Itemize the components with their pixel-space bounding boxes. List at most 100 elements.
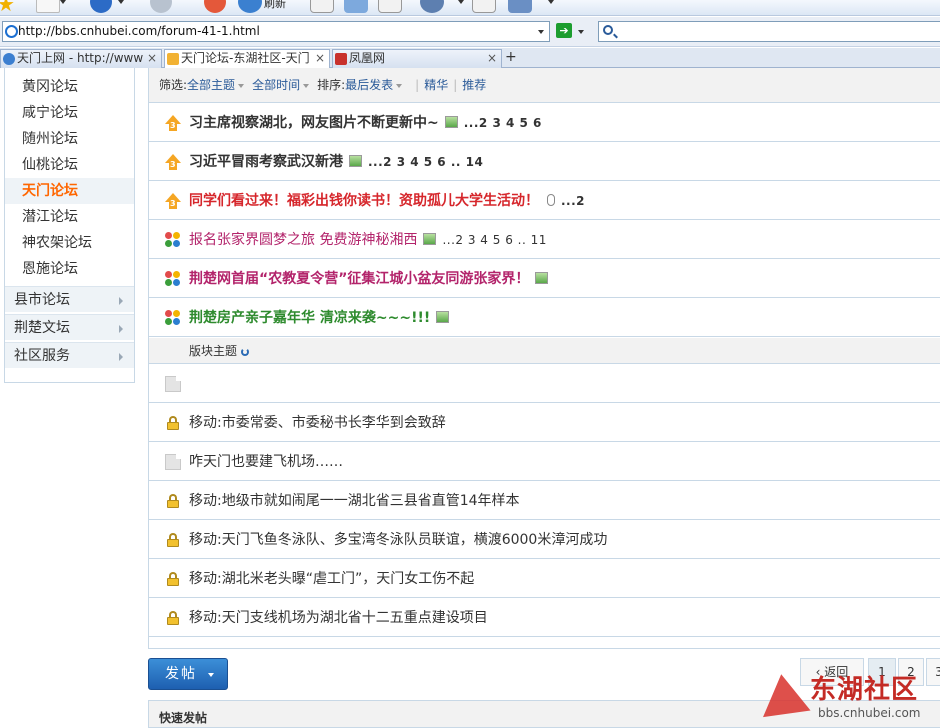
- thread-title[interactable]: 移动:天门飞鱼冬泳队、多宝湾冬泳队员联谊，横渡6000米漳河成功: [189, 532, 607, 548]
- logo-url: bbs.cnhubei.com: [818, 706, 921, 720]
- thread-row[interactable]: 咋天门也要建飞机场……: [149, 443, 940, 481]
- thread-row[interactable]: 移动:天门飞鱼冬泳队、多宝湾冬泳队员联谊，横渡6000米漳河成功: [149, 521, 940, 559]
- image-icon[interactable]: [378, 0, 402, 13]
- thread-title[interactable]: 移动:市委常委、市委秘书长李华到会致辞: [189, 415, 446, 431]
- chevron-down-icon[interactable]: [458, 0, 464, 4]
- search-input[interactable]: [598, 21, 940, 42]
- pin-top-icon: 3: [165, 193, 182, 210]
- close-icon[interactable]: ×: [487, 50, 497, 67]
- chevron-down-icon[interactable]: [303, 83, 310, 88]
- tab-tianmen-web[interactable]: 天门上网 - http://www ×: [0, 49, 162, 68]
- sidebar-group-county[interactable]: 县市论坛: [5, 286, 134, 312]
- stop-icon[interactable]: [204, 0, 226, 13]
- thread-row[interactable]: 报名张家界圆梦之旅 免费游神秘湘西 ...2 3 4 5 6 .. 11: [149, 221, 940, 259]
- filter-all-time[interactable]: 全部时间: [252, 78, 300, 92]
- tab-label: 天门论坛-东湖社区-天门: [181, 51, 310, 65]
- sidebar-item-huanggang[interactable]: 黄冈论坛: [5, 74, 134, 100]
- image-icon: [436, 311, 450, 323]
- thread-row[interactable]: 移动:地级市就如闹尾一一湖北省三县省直管14年样本: [149, 482, 940, 520]
- recommend-flower-icon: [165, 271, 181, 287]
- close-icon[interactable]: ×: [315, 50, 325, 67]
- forum-icon: [167, 53, 179, 65]
- favorites-star-icon[interactable]: ★: [0, 0, 16, 14]
- thread-row[interactable]: 移动:天门支线机场为湖北省十二五重点建设项目: [149, 599, 940, 637]
- tab-tianmen-forum[interactable]: 天门论坛-东湖社区-天门 ×: [164, 49, 330, 69]
- tab-bar: 天门上网 - http://www × 天门论坛-东湖社区-天门 × 凤凰网 ×…: [0, 48, 940, 69]
- thread-title[interactable]: 移动:湖北米老头曝“虐工门”，天门女工伤不起: [189, 571, 474, 587]
- sidebar-item-shennongjia[interactable]: 神农架论坛: [5, 230, 134, 256]
- close-icon[interactable]: ×: [147, 50, 157, 67]
- sidebar-group-literature[interactable]: 荆楚文坛: [5, 314, 134, 340]
- address-dropdown-icon[interactable]: [538, 30, 544, 34]
- thread-title[interactable]: 荆楚网首届“农教夏令营”征集江城小盆友同游张家界！: [189, 271, 529, 287]
- chevron-right-icon: [119, 297, 123, 305]
- lock-icon: [167, 416, 179, 430]
- home-icon[interactable]: [310, 0, 334, 13]
- chevron-down-icon[interactable]: [60, 0, 66, 4]
- thread-pages[interactable]: ...2 3 4 5 6 .. 11: [442, 233, 546, 247]
- back-icon[interactable]: [90, 0, 112, 13]
- windows-icon[interactable]: [344, 0, 368, 13]
- new-post-button[interactable]: 发帖: [148, 658, 228, 690]
- pin-top-icon: 3: [165, 115, 182, 132]
- form-icon[interactable]: [472, 0, 496, 13]
- tab-ifeng[interactable]: 凤凰网 ×: [332, 49, 502, 68]
- filter-digest[interactable]: 精华: [424, 78, 448, 92]
- sidebar-item-enshi[interactable]: 恩施论坛: [5, 256, 134, 282]
- thread-row[interactable]: 移动:市委常委、市委秘书长李华到会致辞: [149, 404, 940, 442]
- undo-icon[interactable]: [420, 0, 444, 13]
- thread-pages[interactable]: ...2 3 4 5 6: [464, 116, 542, 130]
- attachment-icon: [547, 194, 555, 206]
- new-tab-button[interactable]: +: [505, 49, 517, 66]
- sort-label: 排序:: [317, 78, 346, 92]
- sidebar-item-qianjiang[interactable]: 潜江论坛: [5, 204, 134, 230]
- thread-row[interactable]: 3 习近平冒雨考察武汉新港 ...2 3 4 5 6 .. 14: [149, 143, 940, 181]
- thread-title[interactable]: 移动:天门支线机场为湖北省十二五重点建设项目: [189, 610, 488, 626]
- thread-title[interactable]: 荆楚房产亲子嘉年华 清凉来袭~~~!!!: [189, 310, 430, 326]
- thread-pages[interactable]: ...2 3 4 5 6 .. 14: [368, 155, 483, 169]
- thread-title[interactable]: 习主席视察湖北，网友图片不断更新中~: [189, 115, 439, 131]
- document-icon: [165, 376, 181, 392]
- refresh-label[interactable]: 刷新: [264, 0, 286, 11]
- refresh-icon[interactable]: [241, 348, 250, 356]
- filter-recommend[interactable]: 推荐: [462, 78, 486, 92]
- thread-row[interactable]: 移动:湖北米老头曝“虐工门”，天门女工伤不起: [149, 560, 940, 598]
- thread-title[interactable]: 咋天门也要建飞机场……: [189, 454, 343, 470]
- thread-row[interactable]: 荆楚房产亲子嘉年华 清凉来袭~~~!!!: [149, 299, 940, 337]
- section-header: 版块主题: [149, 338, 940, 364]
- search-icon: [603, 25, 613, 35]
- sidebar-item-xianning[interactable]: 咸宁论坛: [5, 100, 134, 126]
- thread-title[interactable]: 移动:地级市就如闹尾一一湖北省三县省直管14年样本: [189, 493, 520, 509]
- filter-all-topics[interactable]: 全部主题: [187, 78, 235, 92]
- address-text[interactable]: http://bbs.cnhubei.com/forum-41-1.html: [18, 24, 260, 38]
- new-page-icon[interactable]: [36, 0, 60, 13]
- thread-row[interactable]: [149, 365, 940, 403]
- sidebar-group-service[interactable]: 社区服务: [5, 342, 134, 368]
- thread-row[interactable]: 3 同学们看过来！福彩出钱你读书！资助孤儿大学生活动！ ...2: [149, 182, 940, 220]
- forward-icon[interactable]: [150, 0, 172, 13]
- address-bar[interactable]: http://bbs.cnhubei.com/forum-41-1.html: [2, 21, 550, 42]
- tools-icon[interactable]: [508, 0, 532, 13]
- thread-title[interactable]: 同学们看过来！福彩出钱你读书！资助孤儿大学生活动！: [189, 193, 539, 209]
- go-button[interactable]: ➔: [556, 23, 572, 38]
- sidebar-item-suizhou[interactable]: 随州论坛: [5, 126, 134, 152]
- sort-last-post[interactable]: 最后发表: [345, 78, 393, 92]
- thread-pages[interactable]: ...2: [561, 194, 585, 208]
- thread-title[interactable]: 习近平冒雨考察武汉新港: [189, 154, 343, 170]
- chevron-down-icon[interactable]: [578, 30, 584, 34]
- thread-row[interactable]: 荆楚网首届“农教夏令营”征集江城小盆友同游张家界！: [149, 260, 940, 298]
- sidebar-item-xiantao[interactable]: 仙桃论坛: [5, 152, 134, 178]
- refresh-icon[interactable]: [238, 0, 262, 13]
- lock-icon: [167, 611, 179, 625]
- sidebar-item-tianmen[interactable]: 天门论坛: [5, 178, 134, 204]
- chevron-down-icon[interactable]: [118, 0, 124, 4]
- thread-title[interactable]: 报名张家界圆梦之旅 免费游神秘湘西: [189, 232, 417, 248]
- recommend-flower-icon: [165, 310, 181, 326]
- new-post-label: 发帖: [165, 666, 197, 682]
- chevron-down-icon[interactable]: [238, 83, 245, 88]
- chevron-down-icon[interactable]: [396, 83, 403, 88]
- forum-sidebar: 黄冈论坛 咸宁论坛 随州论坛 仙桃论坛 天门论坛 潜江论坛 神农架论坛 恩施论坛…: [4, 68, 135, 383]
- thread-row[interactable]: 3 习主席视察湖北，网友图片不断更新中~ ...2 3 4 5 6: [149, 104, 940, 142]
- chevron-down-icon[interactable]: [548, 0, 554, 4]
- pin-top-icon: 3: [165, 154, 182, 171]
